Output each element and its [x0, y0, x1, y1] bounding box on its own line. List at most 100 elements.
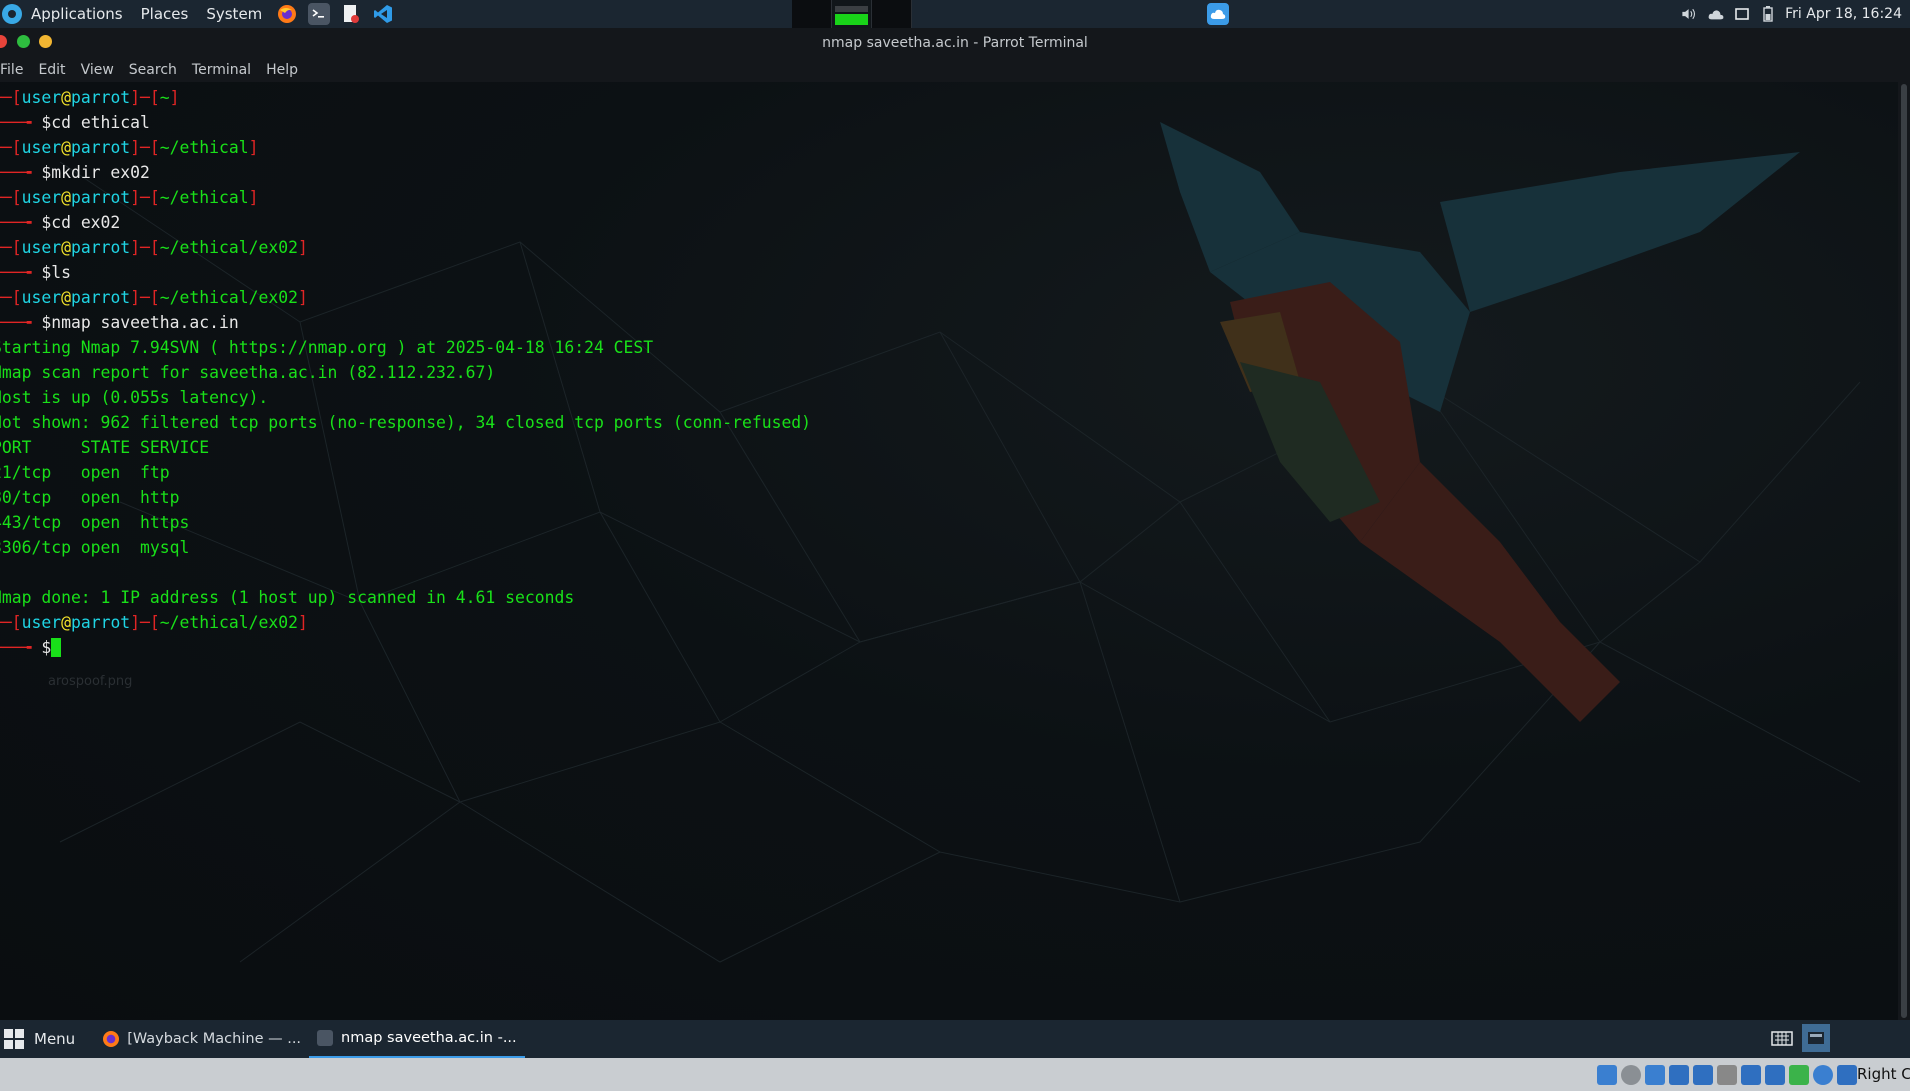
- scrollbar-thumb[interactable]: [1901, 84, 1907, 1018]
- terminal-output: ┌─[user@parrot]─[~] └──╼ $cd ethical ┌─[us…: [0, 85, 811, 660]
- output-line: 3306/tcp open mysql: [0, 538, 190, 557]
- prompt-user: user: [21, 138, 62, 157]
- workspace-3[interactable]: [872, 0, 912, 28]
- output-line: 443/tcp open https: [0, 513, 190, 532]
- prompt-line: ┌─[user@parrot]─[~/ethical/ex02]: [0, 238, 308, 257]
- menu-view[interactable]: View: [81, 62, 122, 78]
- window-title: nmap saveetha.ac.in - Parrot Terminal: [822, 35, 1088, 51]
- taskbar-right-icons: [1768, 1024, 1830, 1052]
- applications-menu-label: Applications: [31, 5, 123, 23]
- workspace-2[interactable]: [832, 0, 872, 28]
- system-menu[interactable]: System: [197, 0, 271, 28]
- vscode-icon[interactable]: [372, 3, 394, 25]
- optical-drive-icon[interactable]: [1621, 1064, 1641, 1085]
- places-menu[interactable]: Places: [132, 0, 198, 28]
- start-menu-button[interactable]: Menu: [0, 1020, 85, 1058]
- keyboard-layout-icon[interactable]: [1768, 1024, 1796, 1052]
- guest-additions-icon[interactable]: [1813, 1064, 1833, 1085]
- cpu-icon[interactable]: [1789, 1064, 1809, 1085]
- screen-icon[interactable]: [1733, 6, 1751, 22]
- output-line: Host is up (0.055s latency).: [0, 388, 269, 407]
- workspace-1[interactable]: [792, 0, 832, 28]
- task-terminal[interactable]: nmap saveetha.ac.in -...: [309, 1020, 525, 1058]
- menu-terminal[interactable]: Terminal: [192, 62, 259, 78]
- host-key-label: Right Ctrl: [1857, 1065, 1910, 1083]
- cloud-sync-icon[interactable]: [1207, 3, 1229, 25]
- desktop-file-label: arospoof.png: [48, 674, 133, 689]
- volume-icon[interactable]: [1681, 6, 1699, 22]
- text-editor-icon[interactable]: [340, 3, 362, 25]
- parrot-logo-icon: [2, 4, 22, 24]
- prompt-dir: ~/ethical/ex02: [159, 288, 298, 307]
- vm-device-icons: [1597, 1058, 1857, 1091]
- terminal-scrollbar[interactable]: [1898, 82, 1910, 1020]
- output-line: Not shown: 962 filtered tcp ports (no-re…: [0, 413, 812, 432]
- applications-menu[interactable]: Applications: [0, 0, 132, 28]
- clock[interactable]: Fri Apr 18, 16:24: [1785, 6, 1902, 22]
- prompt-at: @: [61, 238, 71, 257]
- firefox-task-icon: [103, 1031, 120, 1047]
- prompt-dir: ~: [159, 88, 170, 107]
- menu-edit[interactable]: Edit: [38, 62, 73, 78]
- command-line: └──╼ $: [0, 635, 811, 660]
- prompt-user: user: [21, 613, 62, 632]
- recording-icon[interactable]: [1765, 1064, 1785, 1085]
- firefox-icon[interactable]: [276, 3, 298, 25]
- prompt-user: user: [21, 88, 62, 107]
- menu-search[interactable]: Search: [129, 62, 185, 78]
- text-cursor: [51, 638, 62, 657]
- terminal-launcher-icon[interactable]: [308, 3, 331, 25]
- prompt-line: ┌─[user@parrot]─[~/ethical]: [0, 188, 259, 207]
- prompt-at: @: [61, 138, 71, 157]
- storage-icon[interactable]: [1597, 1064, 1617, 1085]
- shared-folder-icon[interactable]: [1717, 1064, 1737, 1085]
- show-desktop-icon[interactable]: [1802, 1024, 1830, 1052]
- prompt-host: parrot: [70, 288, 131, 307]
- prompt-at: @: [61, 88, 71, 107]
- terminal-menubar: File Edit View Search Terminal Help: [0, 58, 1910, 82]
- command-text: $mkdir ex02: [41, 163, 150, 182]
- command-line: └──╼ $cd ethical: [0, 113, 150, 132]
- output-line: 80/tcp open http: [0, 488, 180, 507]
- terminal-area[interactable]: ┌─[user@parrot]─[~] └──╼ $cd ethical ┌─[us…: [0, 82, 1898, 1020]
- maximize-window-button[interactable]: [17, 35, 30, 48]
- prompt-line: ┌─[user@parrot]─[~/ethical]: [0, 138, 259, 157]
- prompt-at: @: [61, 288, 71, 307]
- audio-icon[interactable]: [1645, 1064, 1665, 1085]
- prompt-at: @: [61, 613, 71, 632]
- prompt-line: ┌─[user@parrot]─[~]: [0, 88, 180, 107]
- prompt-host: parrot: [70, 188, 131, 207]
- mouse-integration-icon[interactable]: [1837, 1064, 1857, 1085]
- system-menu-label: System: [206, 5, 263, 23]
- command-text: $ls: [41, 263, 71, 282]
- menu-help[interactable]: Help: [266, 62, 306, 78]
- prompt-user: user: [21, 238, 62, 257]
- command-text: $: [41, 638, 52, 657]
- output-line: Nmap done: 1 IP address (1 host up) scan…: [0, 588, 575, 607]
- prompt-dir: ~/ethical: [159, 188, 249, 207]
- task-label: [Wayback Machine — ...: [127, 1031, 302, 1047]
- terminal-task-icon: [317, 1030, 334, 1046]
- weather-icon[interactable]: [1707, 6, 1725, 22]
- prompt-at: @: [61, 188, 71, 207]
- window-titlebar[interactable]: nmap saveetha.ac.in - Parrot Terminal: [0, 28, 1910, 58]
- prompt-user: user: [21, 188, 62, 207]
- command-line: └──╼ $ls: [0, 263, 71, 282]
- battery-icon[interactable]: [1759, 6, 1777, 22]
- prompt-host: parrot: [70, 88, 131, 107]
- command-text: $cd ethical: [41, 113, 150, 132]
- network-icon[interactable]: [1669, 1064, 1689, 1085]
- prompt-user: user: [21, 288, 62, 307]
- places-menu-label: Places: [140, 5, 189, 23]
- prompt-dir: ~/ethical/ex02: [159, 238, 298, 257]
- usb-icon[interactable]: [1693, 1064, 1713, 1085]
- workspace-switcher[interactable]: [792, 0, 912, 28]
- command-text: $cd ex02: [41, 213, 121, 232]
- vm-status-bar: Right Ctrl: [0, 1058, 1910, 1091]
- apps-grid-icon: [4, 1029, 24, 1049]
- display-icon[interactable]: [1741, 1064, 1761, 1085]
- command-line: └──╼ $mkdir ex02: [0, 163, 150, 182]
- menu-file[interactable]: File: [0, 62, 31, 78]
- minimize-window-button[interactable]: [39, 35, 52, 48]
- task-wayback-machine[interactable]: [Wayback Machine — ...: [95, 1020, 309, 1058]
